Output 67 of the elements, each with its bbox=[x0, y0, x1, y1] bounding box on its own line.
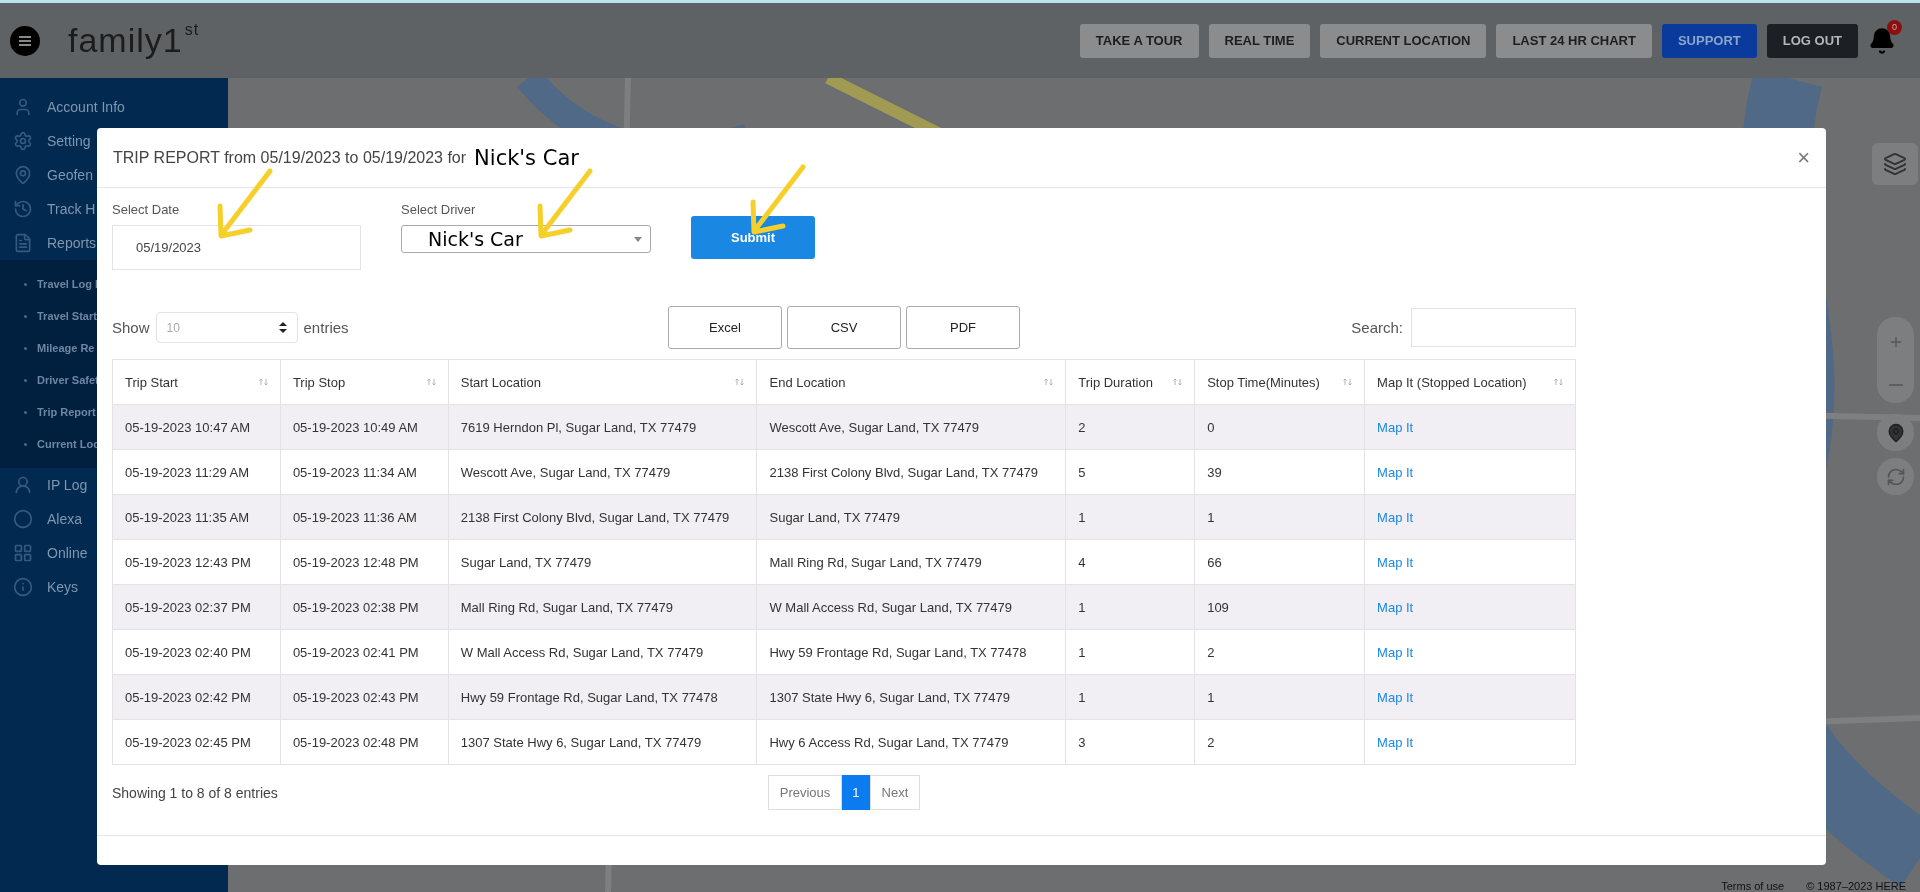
table-cell: 1 bbox=[1194, 494, 1365, 540]
table-cell: Mall Ring Rd, Sugar Land, TX 77479 bbox=[448, 584, 757, 630]
table-cell: W Mall Access Rd, Sugar Land, TX 77479 bbox=[757, 584, 1066, 630]
table-cell: 0 bbox=[1194, 404, 1365, 450]
table-cell: 2 bbox=[1065, 404, 1195, 450]
table-cell: 1 bbox=[1065, 629, 1195, 675]
notification-badge: 0 bbox=[1887, 19, 1902, 35]
dialog-title: TRIP REPORT from 05/19/2023 to 05/19/2023 for bbox=[113, 148, 467, 167]
table-cell: 05-19-2023 12:43 PM bbox=[112, 539, 281, 585]
table-cell: 05-19-2023 11:36 AM bbox=[280, 494, 449, 540]
table-cell: Hwy 59 Frontage Rd, Sugar Land, TX 77478 bbox=[757, 629, 1066, 675]
map-copyright: © 1987–2023 HERE bbox=[1806, 880, 1906, 892]
table-cell: 05-19-2023 02:43 PM bbox=[280, 674, 449, 720]
table-cell: W Mall Access Rd, Sugar Land, TX 77479 bbox=[448, 629, 757, 675]
table-cell: Sugar Land, TX 77479 bbox=[757, 494, 1066, 540]
table-cell: 05-19-2023 12:48 PM bbox=[280, 539, 449, 585]
table-cell: Sugar Land, TX 77479 bbox=[448, 539, 757, 585]
table-cell: 1 bbox=[1065, 674, 1195, 720]
entries-label: entries bbox=[303, 319, 349, 336]
search-label: Search: bbox=[1351, 319, 1403, 336]
field-label: Select Date bbox=[112, 202, 181, 217]
sidebar-item-label: Track H bbox=[47, 201, 96, 217]
table-cell: Wescott Ave, Sugar Land, TX 77479 bbox=[448, 449, 757, 495]
table-cell: 3 bbox=[1065, 719, 1195, 765]
sidebar-item-label: Alexa bbox=[47, 511, 83, 527]
table-cell: 05-19-2023 02:38 PM bbox=[280, 584, 449, 630]
table-cell: 1 bbox=[1065, 494, 1195, 540]
table-cell: Mall Ring Rd, Sugar Land, TX 77479 bbox=[757, 539, 1066, 585]
table-cell: 7619 Herndon Pl, Sugar Land, TX 77479 bbox=[448, 404, 757, 450]
table-cell: 2 bbox=[1194, 629, 1365, 675]
sidebar-item-label: Online bbox=[47, 545, 88, 561]
table-cell: 05-19-2023 10:49 AM bbox=[280, 404, 449, 450]
table-cell: 4 bbox=[1065, 539, 1195, 585]
table-cell: 05-19-2023 10:47 AM bbox=[112, 404, 281, 450]
sidebar-item-label: Keys bbox=[47, 579, 79, 595]
table-cell: 1307 State Hwy 6, Sugar Land, TX 77479 bbox=[448, 719, 757, 765]
table-cell: 39 bbox=[1194, 449, 1365, 495]
table-info: Showing 1 to 8 of 8 entries bbox=[112, 784, 279, 801]
sidebar-item-label: Geofen bbox=[47, 167, 93, 183]
table-cell: 05-19-2023 02:40 PM bbox=[112, 629, 281, 675]
sidebar-item-label: Setting bbox=[47, 133, 91, 149]
table-cell: 2138 First Colony Blvd, Sugar Land, TX 77479 bbox=[448, 494, 757, 540]
table-cell: 2 bbox=[1194, 719, 1365, 765]
table-cell: 05-19-2023 02:37 PM bbox=[112, 584, 281, 630]
sidebar-item-label: Reports bbox=[47, 235, 97, 251]
table-cell: 109 bbox=[1194, 584, 1365, 630]
table-cell: 1 bbox=[1194, 674, 1365, 720]
table-cell: 1 bbox=[1065, 584, 1195, 630]
vehicle-name: Nick's Car bbox=[474, 145, 579, 170]
table-cell: 66 bbox=[1194, 539, 1365, 585]
table-cell: 2138 First Colony Blvd, Sugar Land, TX 77479 bbox=[757, 449, 1066, 495]
show-label: Show bbox=[112, 319, 150, 336]
table-cell: 05-19-2023 02:41 PM bbox=[280, 629, 449, 675]
table-cell: Hwy 59 Frontage Rd, Sugar Land, TX 77478 bbox=[448, 674, 757, 720]
table-cell: Hwy 6 Access Rd, Sugar Land, TX 77479 bbox=[757, 719, 1066, 765]
table-cell: 05-19-2023 11:29 AM bbox=[112, 449, 281, 495]
field-label: Select Driver bbox=[401, 202, 477, 217]
table-cell: 5 bbox=[1065, 449, 1195, 495]
table-cell: 05-19-2023 02:42 PM bbox=[112, 674, 281, 720]
table-cell: Wescott Ave, Sugar Land, TX 77479 bbox=[757, 404, 1066, 450]
sidebar-item-label: IP Log bbox=[47, 477, 88, 493]
table-cell: 05-19-2023 11:35 AM bbox=[112, 494, 281, 540]
table-cell: 05-19-2023 11:34 AM bbox=[280, 449, 449, 495]
table-cell: 1307 State Hwy 6, Sugar Land, TX 77479 bbox=[757, 674, 1066, 720]
table-cell: 05-19-2023 02:45 PM bbox=[112, 719, 281, 765]
table-cell: 05-19-2023 02:48 PM bbox=[280, 719, 449, 765]
sidebar-item-label: Account Info bbox=[47, 99, 125, 115]
